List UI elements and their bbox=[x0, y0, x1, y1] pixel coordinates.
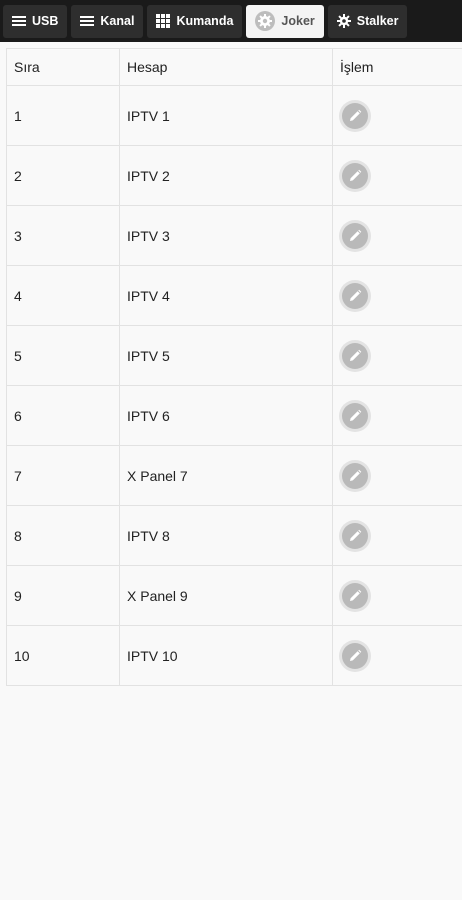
grid-icon bbox=[156, 14, 171, 28]
tab-usb[interactable]: USB bbox=[3, 4, 68, 38]
row-number: 2 bbox=[6, 145, 120, 206]
list-icon bbox=[80, 15, 95, 27]
column-header-islem: İşlem bbox=[332, 48, 462, 86]
row-number: 10 bbox=[6, 625, 120, 686]
action-cell bbox=[332, 85, 462, 146]
edit-button[interactable] bbox=[342, 282, 368, 309]
list-icon bbox=[12, 15, 26, 27]
tab-label: Kumanda bbox=[176, 14, 234, 28]
action-cell bbox=[332, 625, 462, 686]
tab-label: Stalker bbox=[356, 14, 399, 28]
top-navigation-bar: USB Kanal Kumanda Joker Stalker bbox=[0, 0, 462, 42]
action-cell bbox=[332, 445, 462, 506]
tab-label: Kanal bbox=[100, 14, 135, 28]
pencil-icon bbox=[348, 289, 362, 303]
column-header-hesap: Hesap bbox=[119, 48, 333, 86]
edit-button[interactable] bbox=[342, 162, 368, 189]
action-cell bbox=[332, 565, 462, 626]
pencil-icon bbox=[348, 349, 362, 363]
column-header-sira: Sıra bbox=[6, 48, 120, 86]
account-name: IPTV 8 bbox=[119, 505, 333, 566]
account-table-container: Sıra Hesap İşlem 1 IPTV 1 2 IPTV 2 3 IPTV 34I… bbox=[0, 42, 462, 686]
tab-joker[interactable]: Joker bbox=[246, 4, 324, 38]
account-name: X Panel 9 bbox=[119, 565, 333, 626]
pencil-icon bbox=[348, 229, 362, 243]
row-number: 3 bbox=[6, 205, 120, 266]
gear-icon bbox=[336, 14, 351, 28]
edit-button[interactable] bbox=[342, 582, 368, 609]
edit-button[interactable] bbox=[342, 522, 368, 549]
gear-icon bbox=[255, 11, 276, 31]
row-number: 9 bbox=[6, 565, 120, 626]
table-row: 1 IPTV 1 bbox=[6, 85, 462, 146]
account-name: IPTV 4 bbox=[119, 265, 333, 326]
row-number: 1 bbox=[6, 85, 120, 146]
table-header-row: Sıra Hesap İşlem bbox=[6, 48, 462, 86]
account-name: IPTV 6 bbox=[119, 385, 333, 446]
account-name: IPTV 10 bbox=[119, 625, 333, 686]
action-cell bbox=[332, 385, 462, 446]
table-row: 10 IPTV 10 bbox=[6, 625, 462, 686]
pencil-icon bbox=[348, 649, 362, 663]
table-row: 9X Panel 9 bbox=[6, 565, 462, 626]
tab-kumanda[interactable]: Kumanda bbox=[147, 4, 243, 38]
row-number: 5 bbox=[6, 325, 120, 386]
edit-button[interactable] bbox=[342, 642, 368, 669]
row-number: 6 bbox=[6, 385, 120, 446]
pencil-icon bbox=[348, 469, 362, 483]
pencil-icon bbox=[348, 409, 362, 423]
pencil-icon bbox=[348, 109, 362, 123]
edit-button[interactable] bbox=[342, 102, 368, 129]
row-number: 7 bbox=[6, 445, 120, 506]
action-cell bbox=[332, 505, 462, 566]
table-row: 7X Panel 7 bbox=[6, 445, 462, 506]
edit-button[interactable] bbox=[342, 342, 368, 369]
tab-label: Joker bbox=[281, 14, 315, 28]
account-name: IPTV 3 bbox=[119, 205, 333, 266]
table-row: 5 IPTV 5 bbox=[6, 325, 462, 386]
pencil-icon bbox=[348, 589, 362, 603]
action-cell bbox=[332, 205, 462, 266]
tab-label: USB bbox=[32, 14, 59, 28]
edit-button[interactable] bbox=[342, 462, 368, 489]
table-row: 3 IPTV 3 bbox=[6, 205, 462, 266]
action-cell bbox=[332, 325, 462, 386]
table-row: 4 IPTV 4 bbox=[6, 265, 462, 326]
pencil-icon bbox=[348, 169, 362, 183]
pencil-icon bbox=[348, 529, 362, 543]
account-name: IPTV 2 bbox=[119, 145, 333, 206]
account-name: X Panel 7 bbox=[119, 445, 333, 506]
action-cell bbox=[332, 145, 462, 206]
table-row: 2 IPTV 2 bbox=[6, 145, 462, 206]
table-row: 8 IPTV 8 bbox=[6, 505, 462, 566]
edit-button[interactable] bbox=[342, 222, 368, 249]
action-cell bbox=[332, 265, 462, 326]
tab-stalker[interactable]: Stalker bbox=[327, 4, 408, 38]
account-name: IPTV 1 bbox=[119, 85, 333, 146]
row-number: 8 bbox=[6, 505, 120, 566]
edit-button[interactable] bbox=[342, 402, 368, 429]
account-name: IPTV 5 bbox=[119, 325, 333, 386]
account-table: Sıra Hesap İşlem 1 IPTV 1 2 IPTV 2 3 IPTV 34I… bbox=[6, 48, 462, 686]
table-row: 6 IPTV 6 bbox=[6, 385, 462, 446]
tab-kanal[interactable]: Kanal bbox=[71, 4, 144, 38]
row-number: 4 bbox=[6, 265, 120, 326]
